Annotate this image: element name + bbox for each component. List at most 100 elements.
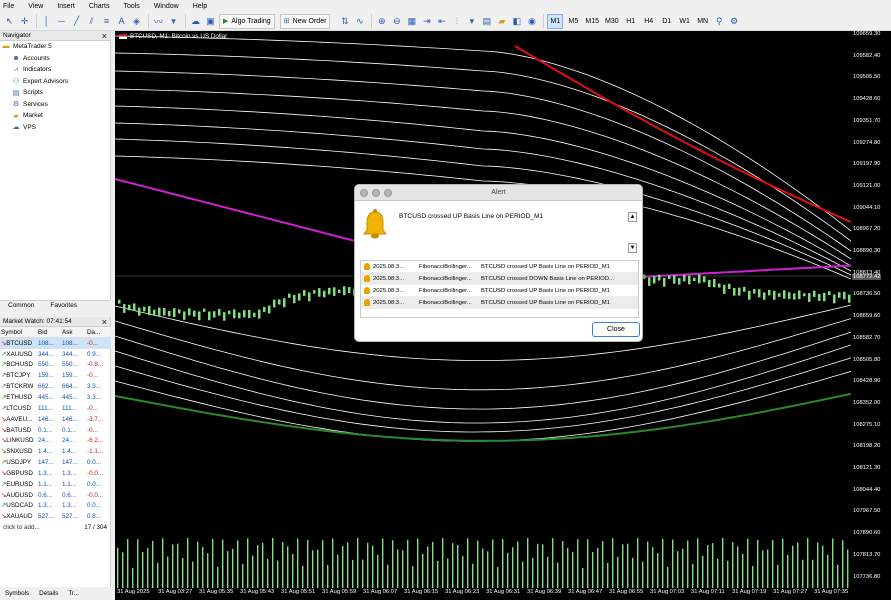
chart-type-dropdown-icon[interactable]: ▾ [167,14,180,29]
column-header[interactable]: Bid [37,327,61,339]
table-row[interactable]: ↗BTCJPY 159... 159... -0... [0,370,111,381]
column-header[interactable]: Da... [86,327,111,339]
scroll-chart-icon[interactable]: ⇥ [420,14,433,29]
table-row[interactable]: ↗XAUUSD 344... 344... 0.9... [0,349,111,360]
timeframe-m1[interactable]: M1 [547,13,564,29]
timeframe-w1[interactable]: W1 [677,14,693,29]
profile-icon[interactable]: ▣ [204,14,217,29]
table-row[interactable]: ↗BTCKRW 662... 664... 3.3... [0,381,111,392]
nav-item-scripts[interactable]: ▤ Scripts [0,87,110,99]
nav-item-vps[interactable]: ☁ VPS [0,122,110,134]
zoom-out-icon[interactable]: ⊖ [390,14,403,29]
table-row[interactable]: ↘SNXUSD 1.4... 1.4... -1.1... [0,446,111,457]
fibonacci-icon[interactable]: ≡ [100,14,113,29]
alert-row[interactable]: 2025.08.3... FibonacciBollinger... BTCUSD … [361,297,638,309]
timeframe-m5[interactable]: M5 [565,14,581,29]
chart-shift-icon[interactable]: ⇤ [435,14,448,29]
volume-bar [227,551,229,588]
settings-icon[interactable]: ⚙ [728,14,741,29]
volume-bar [417,538,419,588]
trendline-icon[interactable]: ╱ [70,14,83,29]
timeframe-mn[interactable]: MN [695,14,711,29]
add-symbol-input[interactable]: click to add... [3,524,40,531]
nav-item-indicators[interactable]: ⩘ Indicators [0,64,110,76]
column-header[interactable]: Ask [61,327,86,339]
nav-item-services[interactable]: ⚙ Services [0,99,110,111]
alert-row[interactable]: 2025.08.3... FibonacciBollinger... BTCUSD … [361,285,638,297]
timeframe-h4[interactable]: H4 [641,14,657,29]
text-icon[interactable]: A [115,14,128,29]
nav-item-accounts[interactable]: ☻ Accounts [0,53,110,65]
window-close-dot-icon[interactable] [360,189,368,197]
indicators-icon[interactable]: ⫶ [450,14,463,29]
table-row[interactable]: ↗EURUSD 1.1... 1.1... 0.0... [0,479,111,490]
scroll-down-icon[interactable]: ▼ [628,243,637,253]
timeframe-m30[interactable]: M30 [603,14,621,29]
alert-title-bar[interactable]: Alert [355,185,642,201]
menu-help[interactable]: Help [193,3,207,10]
table-row[interactable]: ↗BCHUSD 550... 550... -0.8... [0,360,111,371]
table-row[interactable]: ↘XAUAUD 527... 527... 0.8... [0,511,111,522]
new-order-button[interactable]: ⊞ New Order [279,13,331,29]
search-icon[interactable]: ⚲ [713,14,726,29]
menu-tools[interactable]: Tools [123,3,139,10]
candle [253,312,256,318]
window-maximize-dot-icon[interactable] [384,189,392,197]
alert-row[interactable]: 2025.08.3... FibonacciBollinger... BTCUSD … [361,273,638,285]
scroll-up-icon[interactable]: ▲ [628,212,637,222]
table-row[interactable]: ↘BATUSD 0.1... 0.1... -0... [0,425,111,436]
table-row[interactable]: ↘LINKUSD 24... 24... -6.2... [0,435,111,446]
horizontal-line-icon[interactable]: ─ [55,14,68,29]
nav-item-expert-advisors[interactable]: ⚇ Expert Advisors [0,76,110,88]
market-depth-icon[interactable]: ⇅ [338,14,351,29]
timeframe-h1[interactable]: H1 [623,14,639,29]
tab-trading[interactable]: Tr... [63,590,84,597]
tab-symbols[interactable]: Symbols [0,590,34,597]
table-row[interactable]: ↗LTCUSD 111... 111... -0... [0,403,111,414]
nav-item-market[interactable]: ▰ Market [0,110,110,122]
screenshot-icon[interactable]: ◧ [510,14,523,29]
shapes-icon[interactable]: ◈ [130,14,143,29]
time-axis[interactable]: 31 Aug 2025 31 Aug 03:27 31 Aug 05:35 31 Au… [115,588,891,600]
menu-file[interactable]: File [3,3,14,10]
vertical-line-icon[interactable]: │ [40,14,53,29]
column-header[interactable]: Symbol [0,327,37,339]
menu-window[interactable]: Window [154,3,179,10]
zoom-in-icon[interactable]: ⊕ [375,14,388,29]
indicators-dropdown-icon[interactable]: ▾ [465,14,478,29]
close-button[interactable]: Close [592,322,640,337]
open-folder-icon[interactable]: ▰ [495,14,508,29]
tab-common[interactable]: Common [0,301,42,311]
window-minimize-dot-icon[interactable] [372,189,380,197]
timeframe-m15[interactable]: M15 [583,14,601,29]
close-icon[interactable]: × [102,31,107,41]
crosshair-icon[interactable]: ✛ [18,14,31,29]
alert-row[interactable]: 2025.08.3... FibonacciBollinger... BTCUSD … [361,261,638,273]
price-axis[interactable]: 109659.30 109582.40 109505.50 109428.60 1093… [851,31,891,588]
signals-icon[interactable]: ∿ [353,14,366,29]
close-icon[interactable]: × [102,317,107,327]
table-row[interactable]: ↗USDCAD 1.3... 1.3... 0.0... [0,501,111,512]
chart-type-icon[interactable]: 〰 [152,14,165,29]
table-row[interactable]: ↘AAVEU... 146... 146... -3.7... [0,414,111,425]
menu-charts[interactable]: Charts [89,3,110,10]
templates-icon[interactable]: ▤ [480,14,493,29]
menu-view[interactable]: View [28,3,43,10]
candle [758,289,761,298]
table-row[interactable]: ↘BTCUSD 108... 108... -0... [0,337,111,349]
table-row[interactable]: ↘AUDUSD 0.6... 0.6... -0.0... [0,490,111,501]
equidistant-channel-icon[interactable]: ⫽ [85,14,98,29]
table-row[interactable]: ↗USDJPY 147... 147... 0.0... [0,457,111,468]
cloud-icon[interactable]: ☁ [189,14,202,29]
timeframe-d1[interactable]: D1 [659,14,675,29]
tab-details[interactable]: Details [34,590,63,597]
menu-insert[interactable]: Insert [57,3,75,10]
cursor-icon[interactable]: ↖ [3,14,16,29]
camera-icon[interactable]: ◉ [525,14,538,29]
tab-favorites[interactable]: Favorites [42,301,85,311]
table-row[interactable]: ↘GBPUSD 1.3... 1.3... -0.0... [0,468,111,479]
table-row[interactable]: ↗ETHUSD 445... 445... 3.3... [0,392,111,403]
nav-item-metatrader[interactable]: ▬ MetaTrader 5 [0,41,110,53]
grid-icon[interactable]: ▦ [405,14,418,29]
algo-trading-button[interactable]: ▶ Algo Trading [219,13,275,29]
